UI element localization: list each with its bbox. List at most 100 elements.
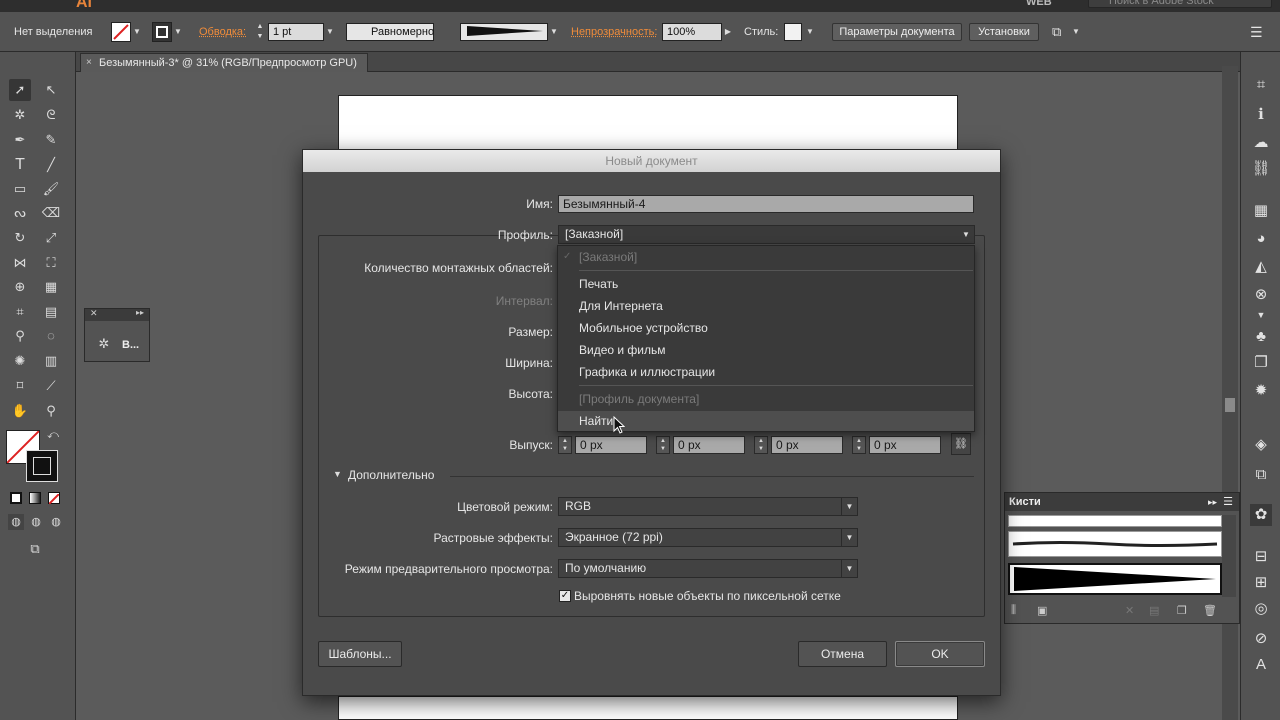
profile-option-video[interactable]: Видео и фильм [579, 343, 666, 357]
swatches-panel-icon[interactable]: ▦ [1250, 200, 1272, 222]
shape-builder-tool-icon[interactable]: ⊕ [9, 276, 31, 298]
bleed-right-field[interactable]: 0 px [869, 436, 941, 454]
preferences-button[interactable]: Установки [969, 23, 1039, 41]
color-mode-select[interactable]: RGB ▼ [558, 497, 858, 516]
opacity-label[interactable]: Непрозрачность: [571, 22, 657, 42]
brush-libraries-icon[interactable]: ⫼ [1011, 604, 1016, 617]
free-transform-tool-icon[interactable]: ⛶ [40, 252, 62, 274]
profile-option-graphics[interactable]: Графика и иллюстрации [579, 365, 715, 379]
stroke-weight-dropdown[interactable]: ▼ [324, 22, 336, 42]
artboards-panel-icon[interactable]: ⧉ [1250, 464, 1272, 486]
brushes-scrollbar[interactable] [1222, 515, 1236, 597]
artboard[interactable] [338, 95, 958, 151]
brushes-panel-header[interactable]: Кисти ▸▸ ☰ [1005, 493, 1239, 511]
lasso-tool-icon[interactable]: ᘓ [40, 104, 62, 126]
graphic-styles-icon[interactable]: ❐ [1250, 352, 1272, 374]
panel-collapse-icon[interactable]: ▸▸ [1208, 493, 1217, 511]
type-tool-icon[interactable]: T [9, 154, 31, 176]
selection-tool-icon[interactable]: ➚ [9, 79, 31, 101]
libraries-panel-icon[interactable]: ▣ [1037, 604, 1047, 617]
profile-select[interactable]: [Заказной] ▼ [558, 225, 975, 244]
stroke-weight-field[interactable]: 1 pt [268, 23, 324, 41]
new-brush-icon[interactable]: ❐ [1177, 604, 1187, 617]
line-tool-icon[interactable]: ╱ [40, 154, 62, 176]
scrollbar-thumb[interactable] [1225, 398, 1235, 412]
character-panel-icon[interactable]: A [1250, 654, 1272, 676]
layers-panel-icon[interactable]: ◈ [1250, 434, 1272, 456]
document-name-field[interactable]: Безымянный-4 [558, 195, 974, 213]
stroke-color-box[interactable] [26, 450, 58, 482]
profile-option-web[interactable]: Для Интернета [579, 299, 663, 313]
templates-button[interactable]: Шаблоны... [318, 641, 402, 667]
stroke-label[interactable]: Обводка: [199, 22, 246, 42]
bleed-bottom-spinner[interactable]: ▲ ▼ [656, 436, 670, 454]
mesh-tool-icon[interactable]: ⌗ [9, 301, 31, 323]
brush-item[interactable] [1008, 515, 1222, 527]
artboard[interactable] [338, 696, 958, 720]
curvature-tool-icon[interactable]: ✎ [40, 129, 62, 151]
panel-header[interactable]: ✕ ▸▸ [85, 308, 149, 321]
panel-menu-icon[interactable]: ☰ [1223, 493, 1233, 511]
rectangle-tool-icon[interactable]: ▭ [9, 178, 31, 200]
eraser-tool-icon[interactable]: ⌫ [40, 202, 62, 224]
cancel-button[interactable]: Отмена [798, 641, 887, 667]
width-tool-icon[interactable]: ⋈ [9, 252, 31, 274]
paintbrush-tool-icon[interactable]: 🖌 [40, 178, 62, 200]
eyedropper-tool-icon[interactable]: ⚲ [9, 325, 31, 347]
stroke-swatch[interactable] [152, 22, 172, 42]
hand-tool-icon[interactable]: ✋ [9, 400, 31, 422]
slice-tool-icon[interactable]: ⟋ [40, 375, 62, 397]
bleed-left-field[interactable]: 0 px [771, 436, 843, 454]
advanced-toggle[interactable]: Дополнительно [348, 468, 434, 482]
symbol-sprayer-tool-icon[interactable]: ✺ [9, 350, 31, 372]
stroke-panel-icon[interactable]: ✹ [1250, 380, 1272, 402]
ok-button[interactable]: OK [895, 641, 985, 667]
arrange-icon[interactable]: ⧉ [1052, 22, 1061, 42]
graph-tool-icon[interactable]: ▥ [40, 350, 62, 372]
preview-mode-select[interactable]: По умолчанию ▼ [558, 559, 858, 578]
stroke-weight-spinner[interactable]: ▲ ▼ [254, 22, 266, 42]
profile-option-mobile[interactable]: Мобильное устройство [579, 321, 708, 335]
pen-tool-icon[interactable]: ✒ [9, 129, 31, 151]
bleed-top-field[interactable]: 0 px [575, 436, 647, 454]
profile-option-print[interactable]: Печать [579, 277, 618, 291]
opacity-field[interactable]: 100% [662, 23, 722, 41]
stroke-dropdown[interactable]: ▼ [172, 22, 184, 42]
draw-inside-icon[interactable]: ◍ [48, 514, 64, 530]
stock-search-input[interactable]: Поиск в Adobe Stock [1088, 0, 1272, 8]
type-panel-icon[interactable]: ⊘ [1250, 628, 1272, 650]
bleed-top-spinner[interactable]: ▲ ▼ [558, 436, 572, 454]
align-panel-icon[interactable]: ⊟ [1250, 546, 1272, 568]
brushes-panel-icon[interactable]: ✿ [1250, 504, 1272, 526]
blend-tool-icon[interactable]: ◌ [40, 325, 62, 347]
zoom-tool-icon[interactable]: ⚲ [40, 400, 62, 422]
graphic-style-swatch[interactable] [784, 23, 802, 41]
screen-mode-icon[interactable]: ⧉ [24, 538, 46, 560]
brush-item-selected[interactable] [1008, 563, 1222, 595]
dock-scroll-down-icon[interactable]: ▼ [1250, 304, 1272, 326]
cc-libraries-icon[interactable]: ☁ [1250, 132, 1272, 154]
workspace-switcher[interactable]: WEB [1026, 0, 1052, 8]
color-panel-icon[interactable]: ◕ [1250, 228, 1272, 250]
brush-options-icon[interactable]: ▤ [1149, 604, 1159, 617]
draw-normal-icon[interactable]: ◍ [8, 514, 24, 530]
scale-tool-icon[interactable]: ⤢ [40, 227, 62, 249]
brush-item[interactable] [1008, 531, 1222, 557]
rotate-tool-icon[interactable]: ↻ [9, 227, 31, 249]
panel-menu-icon[interactable]: ☰ [1250, 22, 1263, 42]
brush-definition[interactable] [460, 23, 548, 41]
style-dropdown[interactable]: ▼ [804, 22, 816, 42]
mini-panel-label[interactable]: В... [122, 339, 139, 351]
opacity-dropdown[interactable]: ▶ [722, 22, 734, 42]
transform-panel-icon[interactable]: ⌗ [1250, 74, 1272, 96]
info-panel-icon[interactable]: ℹ [1250, 104, 1272, 126]
expand-triangle-icon[interactable]: ▼ [333, 469, 342, 479]
remove-stroke-icon[interactable]: ✕ [1125, 604, 1134, 617]
bleed-left-spinner[interactable]: ▲ ▼ [754, 436, 768, 454]
tab-close-icon[interactable]: × [86, 54, 92, 72]
shaper-tool-icon[interactable]: ᔓ [9, 202, 31, 224]
panel-collapse-icon[interactable]: ▸▸ [136, 308, 144, 317]
document-setup-button[interactable]: Параметры документа [832, 23, 962, 41]
align-pixel-grid-checkbox[interactable]: ✓ [559, 590, 571, 602]
fill-dropdown[interactable]: ▼ [131, 22, 143, 42]
